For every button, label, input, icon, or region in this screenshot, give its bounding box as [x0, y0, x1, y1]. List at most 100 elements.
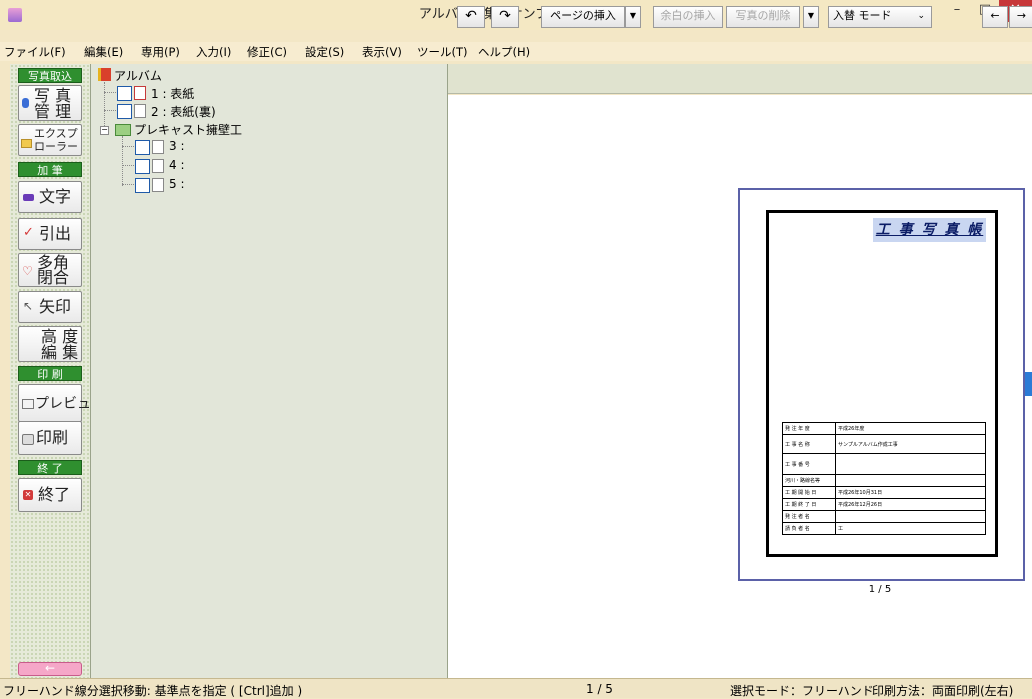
cover-info-table[interactable]: 発 注 年 度平成26年度 工 事 名 称サンプルアルバム作成工事 工 事 番 … [782, 422, 986, 535]
cell-label: 工 期 終 了 日 [782, 498, 836, 511]
table-row: 河川・路線名等 [782, 474, 986, 487]
next-page-button[interactable]: → [1009, 6, 1032, 28]
polygon-button[interactable]: ♡ 多角 閉合 [18, 253, 82, 287]
section-photo-import[interactable]: 写真取込 [18, 68, 82, 83]
status-hint: フリーハンド線分選択移動: 基準点を指定 ( [Ctrl]追加 ) [3, 684, 303, 698]
section-add[interactable]: 加 筆 [18, 162, 82, 177]
page1-checkbox[interactable] [117, 86, 132, 101]
page-icon [152, 178, 164, 192]
exit-button[interactable]: ✕ 終了 [18, 478, 82, 512]
tree-line [104, 92, 116, 93]
preview-button[interactable]: プレビュ [18, 384, 91, 422]
cell-label: 工 期 開 始 日 [782, 486, 836, 499]
explorer-label: エクスプ ローラー [34, 127, 78, 153]
insert-page-button[interactable]: ページの挿入 [541, 6, 625, 28]
delete-photo-dropdown[interactable]: ▼ [803, 6, 819, 28]
minimize-button[interactable]: – [943, 0, 971, 22]
photo-manage-button[interactable]: 写 真 管 理 [18, 85, 82, 121]
status-select-mode: 選択モード：フリーハンド [730, 684, 874, 698]
cell-label: 発 注 年 度 [782, 422, 836, 435]
back-arrow-button[interactable]: ← [18, 662, 82, 676]
side-panel-tab[interactable] [1025, 372, 1032, 396]
tree-line [122, 165, 134, 166]
menu-tools[interactable]: ツール(T) [417, 44, 468, 60]
page3-checkbox[interactable] [135, 140, 150, 155]
menu-view[interactable]: 表示(V) [362, 44, 402, 60]
tree-group[interactable]: プレキャスト擁壁工 [134, 121, 242, 138]
page-counter: 1 / 5 [868, 584, 892, 595]
tree-root[interactable]: アルバム [114, 67, 162, 84]
status-bar: フリーハンド線分選択移動: 基準点を指定 ( [Ctrl]追加 ) 1 / 5 … [0, 678, 1032, 698]
menu-input[interactable]: 入力(I) [196, 44, 231, 60]
menu-special[interactable]: 専用(P) [141, 44, 180, 60]
tree-page-1[interactable]: 1 : 表紙 [151, 85, 194, 102]
page-icon [134, 104, 146, 118]
polygon-label: 多角 閉合 [37, 253, 70, 287]
leader-icon: ✓ [23, 225, 34, 240]
text-button[interactable]: 文字 [18, 181, 82, 213]
page2-checkbox[interactable] [117, 104, 132, 119]
table-row: 工 事 名 称サンプルアルバム作成工事 [782, 434, 986, 454]
page4-checkbox[interactable] [135, 159, 150, 174]
cell-label: 河川・路線名等 [782, 474, 836, 487]
table-row: 発 注 年 度平成26年度 [782, 422, 986, 435]
tree-page-5[interactable]: 5 : [169, 177, 185, 191]
photo-manage-label: 写 真 管 理 [34, 86, 72, 121]
photo-manage-icon [22, 98, 29, 108]
mode-select-value: 入替 モード [833, 9, 892, 22]
table-row: 工 期 終 了 日平成26年12月26日 [782, 498, 986, 511]
mode-select[interactable]: 入替 モード ⌄ [828, 6, 932, 28]
tree-page-2[interactable]: 2 : 表紙(裏) [151, 103, 216, 120]
arrow-button[interactable]: ↖ 矢印 [18, 291, 82, 323]
table-row: 工 期 開 始 日平成26年10月31日 [782, 486, 986, 499]
menu-file[interactable]: ファイル(F) [4, 44, 66, 60]
print-label: 印刷 [36, 428, 69, 447]
menu-bar: ファイル(F) 編集(E) 専用(P) 入力(I) 修正(C) 設定(S) 表示… [0, 42, 1032, 61]
cell-value [835, 510, 986, 523]
cell-value: 平成26年度 [835, 422, 986, 435]
cell-value [835, 474, 986, 487]
polygon-icon: ♡ [22, 264, 33, 278]
cell-value: 平成26年10月31日 [835, 486, 986, 499]
arrow-label: 矢印 [39, 297, 72, 316]
cell-value: 平成26年12月26日 [835, 498, 986, 511]
menu-settings[interactable]: 設定(S) [305, 44, 344, 60]
tree-line [122, 184, 134, 185]
cell-label: 工 事 名 称 [782, 434, 836, 454]
tree-line [122, 146, 134, 147]
cell-label: 発 注 者 名 [782, 510, 836, 523]
delete-photo-button[interactable]: 写真の削除 [726, 6, 800, 28]
menu-edit[interactable]: 編集(E) [84, 44, 123, 60]
undo-button[interactable]: ↶ [457, 6, 485, 28]
page-toolbar [448, 64, 1032, 94]
redo-button[interactable]: ↷ [491, 6, 519, 28]
exit-label: 終了 [38, 485, 71, 504]
menu-help[interactable]: ヘルプ(H) [478, 44, 530, 60]
menu-modify[interactable]: 修正(C) [247, 44, 287, 60]
prev-page-button[interactable]: ← [982, 6, 1008, 28]
tree-page-3[interactable]: 3 : [169, 139, 185, 153]
table-row: 発 注 者 名 [782, 510, 986, 523]
tree-line [122, 136, 123, 186]
collapse-icon[interactable]: − [100, 126, 109, 135]
album-tree-panel [91, 64, 448, 678]
text-icon [23, 194, 34, 201]
explorer-button[interactable]: エクスプ ローラー [18, 124, 82, 156]
section-end[interactable]: 終 了 [18, 460, 82, 475]
chevron-down-icon: ⌄ [917, 11, 925, 21]
insert-margin-button[interactable]: 余白の挿入 [653, 6, 723, 28]
leader-button[interactable]: ✓ 引出 [18, 218, 82, 250]
page-icon [152, 159, 164, 173]
folder-icon [21, 139, 32, 148]
section-print[interactable]: 印 刷 [18, 366, 82, 381]
cell-value [835, 453, 986, 475]
album-cover-title[interactable]: 工 事 写 真 帳 [873, 218, 986, 242]
print-button[interactable]: 印刷 [18, 421, 82, 455]
insert-page-dropdown[interactable]: ▼ [625, 6, 641, 28]
tree-page-4[interactable]: 4 : [169, 158, 185, 172]
advanced-edit-button[interactable]: 高 度 編 集 [18, 326, 82, 362]
cover-page-icon [134, 86, 146, 100]
page5-checkbox[interactable] [135, 178, 150, 193]
cell-label: 工 事 番 号 [782, 453, 836, 475]
cell-value: 工 [835, 522, 986, 535]
